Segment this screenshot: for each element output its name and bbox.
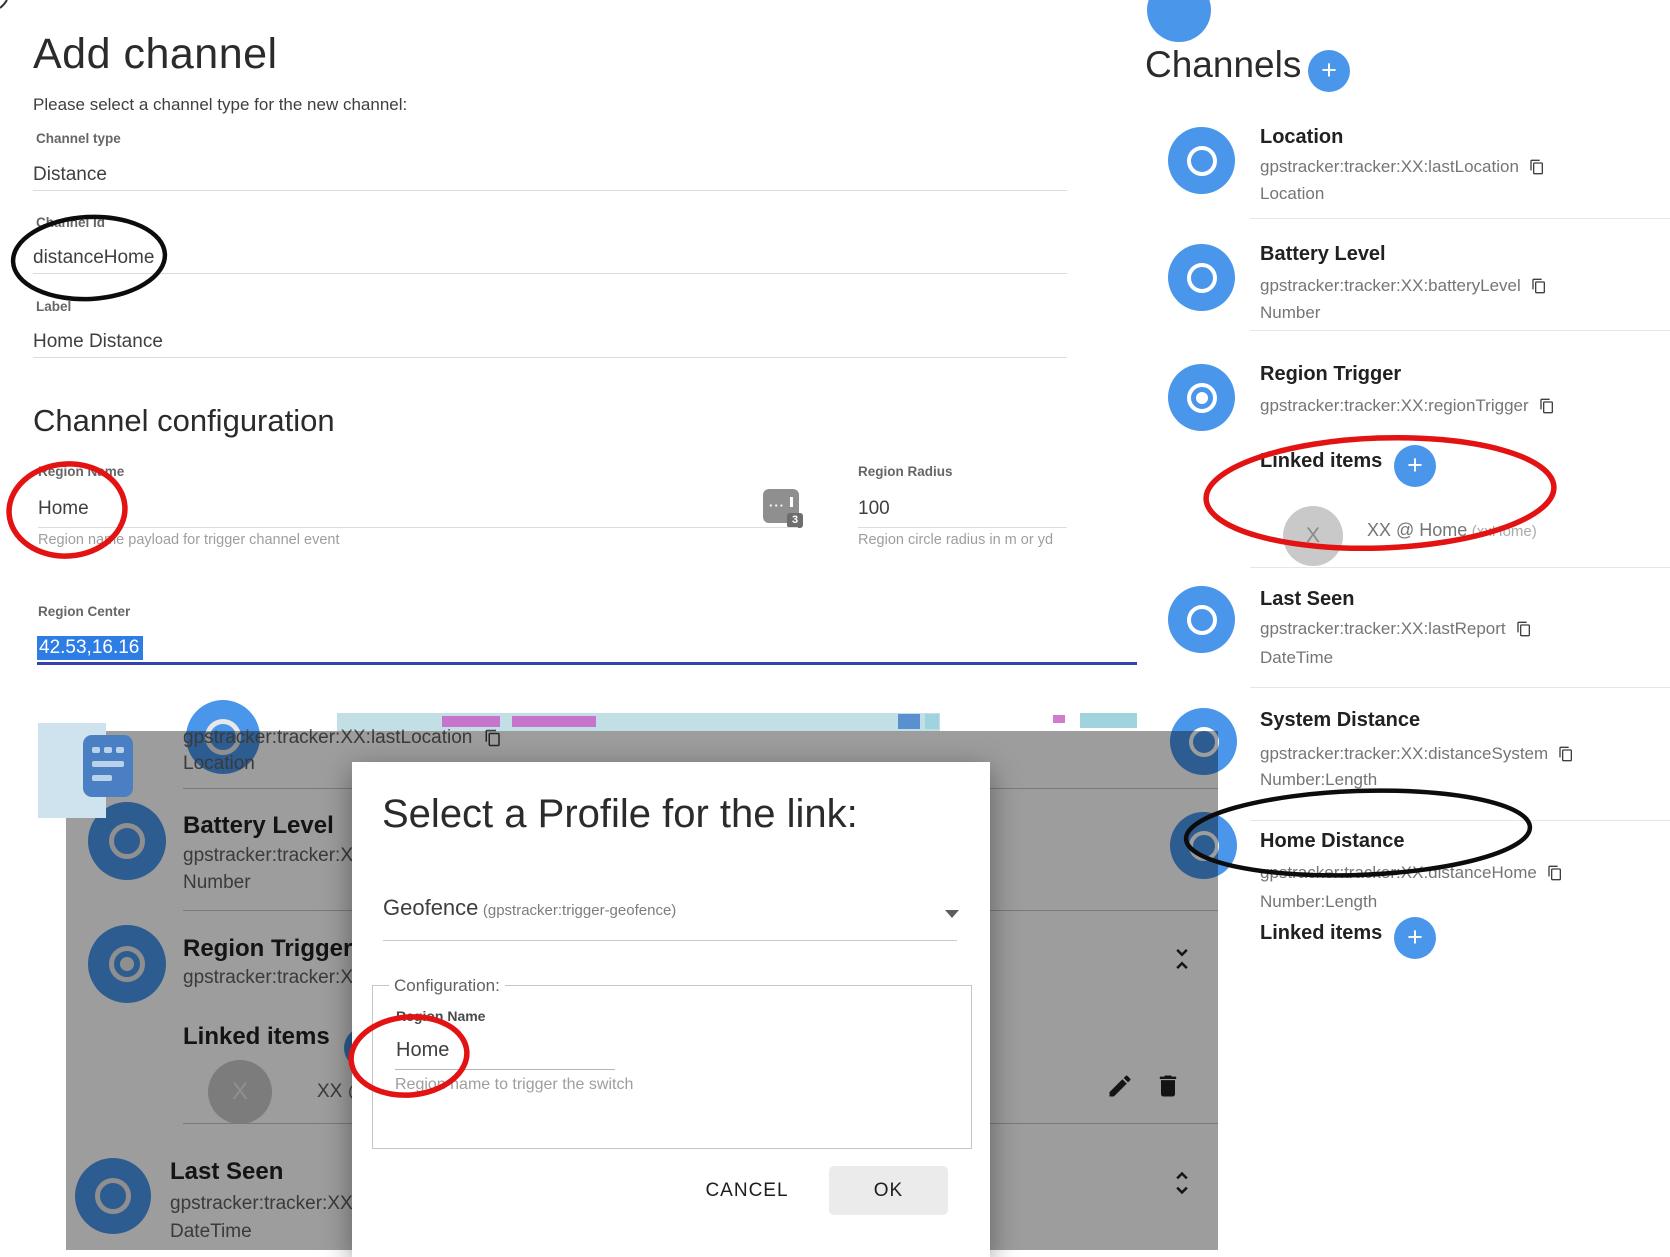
dialog-region-name-helper: Region name to trigger the switch [395, 1076, 633, 1094]
dialog-region-name-label: Region Name [396, 1008, 485, 1024]
app-window: Add channel Please select a channel type… [0, 0, 1670, 1257]
configuration-fieldset: Configuration: Region Name Home Region n… [372, 985, 972, 1149]
dialog-region-name-input[interactable]: Home [396, 1039, 449, 1062]
profile-select[interactable]: Geofence (gpstracker:trigger-geofence) [383, 895, 676, 921]
cancel-button[interactable]: CANCEL [682, 1180, 812, 1202]
fieldset-legend: Configuration: [389, 976, 505, 996]
profile-select-value: Geofence [383, 895, 478, 920]
dialog-region-name-underline [395, 1069, 615, 1070]
profile-dialog: Select a Profile for the link: Geofence … [352, 762, 990, 1257]
profile-select-uid: (gpstracker:trigger-geofence) [483, 902, 676, 919]
dialog-title: Select a Profile for the link: [382, 792, 982, 837]
profile-select-underline [383, 940, 957, 941]
chevron-down-icon[interactable] [945, 910, 959, 918]
ok-button[interactable]: OK [829, 1166, 948, 1215]
keypad-icon[interactable] [83, 735, 133, 797]
